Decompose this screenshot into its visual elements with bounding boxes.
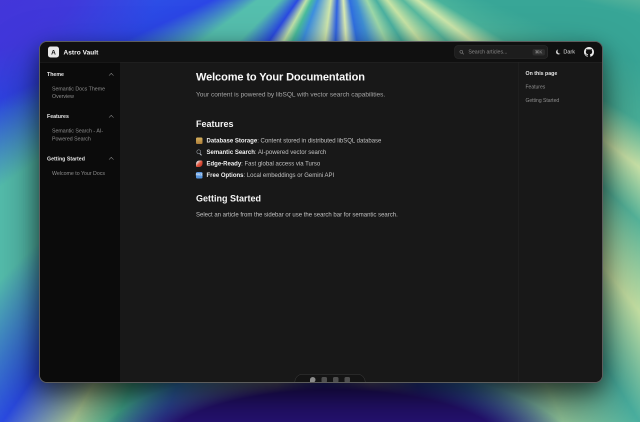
chevron-up-icon bbox=[109, 157, 114, 162]
github-link[interactable] bbox=[584, 47, 594, 57]
feature-text: Edge-Ready: Fast global access via Turso bbox=[207, 160, 321, 167]
moon-icon bbox=[556, 50, 561, 55]
toc-link-features[interactable]: Features bbox=[526, 85, 596, 91]
site-logo-icon: A bbox=[48, 47, 59, 58]
feature-text: Free Options: Local embeddings or Gemini… bbox=[207, 172, 335, 179]
article-intro: Your content is powered by libSQL with v… bbox=[196, 91, 506, 99]
search-shortcut-badge: ⌘K bbox=[532, 49, 545, 56]
dev-toolbar-audit-icon[interactable] bbox=[333, 377, 339, 383]
magnifier-icon bbox=[196, 149, 203, 156]
getting-started-text: Select an article from the sidebar or us… bbox=[196, 211, 506, 218]
feature-text: Semantic Search: AI-powered vector searc… bbox=[207, 149, 327, 156]
sidebar-section-getting-started: Getting Started Welcome to Your Docs bbox=[47, 156, 113, 178]
feature-desc: : Content stored in distributed libSQL d… bbox=[257, 137, 381, 144]
window-body: Theme Semantic Docs Theme Overview Featu… bbox=[40, 63, 602, 383]
desktop-wallpaper: A Astro Vault ⌘K Dark bbox=[0, 0, 640, 422]
sidebar-section-features: Features Semantic Search - AI-Powered Se… bbox=[47, 114, 113, 143]
toc: On this page Features Getting Started bbox=[518, 63, 602, 383]
features-list: Database Storage: Content stored in dist… bbox=[196, 137, 506, 179]
chevron-up-icon bbox=[109, 115, 114, 120]
search-box[interactable]: ⌘K bbox=[454, 46, 548, 59]
feature-item-database-storage: Database Storage: Content stored in dist… bbox=[196, 137, 506, 144]
sidebar-section-theme: Theme Semantic Docs Theme Overview bbox=[47, 72, 113, 101]
sidebar-section-label: Getting Started bbox=[47, 156, 85, 162]
sidebar-section-label: Theme bbox=[47, 72, 64, 78]
feature-term: Free Options bbox=[207, 172, 244, 179]
rocket-icon bbox=[196, 160, 203, 167]
github-icon bbox=[584, 47, 594, 57]
dev-toolbar-inspect-icon[interactable] bbox=[322, 377, 328, 383]
feature-item-semantic-search: Semantic Search: AI-powered vector searc… bbox=[196, 149, 506, 156]
feature-term: Database Storage bbox=[207, 137, 258, 144]
article-title: Welcome to Your Documentation bbox=[196, 71, 506, 84]
sidebar-section-features-toggle[interactable]: Features bbox=[47, 114, 113, 120]
dev-toolbar-astro-icon[interactable] bbox=[310, 377, 316, 383]
feature-item-free-options: Free Options: Local embeddings or Gemini… bbox=[196, 172, 506, 179]
sidebar: Theme Semantic Docs Theme Overview Featu… bbox=[40, 63, 120, 383]
toc-link-getting-started[interactable]: Getting Started bbox=[526, 98, 596, 104]
feature-text: Database Storage: Content stored in dist… bbox=[207, 137, 382, 144]
sidebar-section-theme-toggle[interactable]: Theme bbox=[47, 72, 113, 78]
toc-title: On this page bbox=[526, 71, 596, 77]
sidebar-section-getting-started-toggle[interactable]: Getting Started bbox=[47, 156, 113, 162]
feature-desc: : AI-powered vector search bbox=[255, 149, 326, 156]
feature-desc: : Fast global access via Turso bbox=[241, 160, 320, 167]
sidebar-item-welcome-to-your-docs[interactable]: Welcome to Your Docs bbox=[47, 170, 113, 178]
chevron-up-icon bbox=[109, 73, 114, 78]
features-heading: Features bbox=[196, 119, 506, 130]
search-input[interactable] bbox=[467, 49, 529, 56]
feature-item-edge-ready: Edge-Ready: Fast global access via Turso bbox=[196, 160, 506, 167]
sidebar-section-label: Features bbox=[47, 114, 69, 120]
sidebar-item-semantic-search[interactable]: Semantic Search - AI-Powered Search bbox=[47, 128, 113, 143]
site-brand[interactable]: A Astro Vault bbox=[48, 47, 98, 58]
feature-term: Edge-Ready bbox=[207, 160, 242, 167]
article: Welcome to Your Documentation Your conte… bbox=[120, 63, 518, 383]
dev-toolbar[interactable] bbox=[295, 374, 366, 383]
site-title: Astro Vault bbox=[64, 48, 99, 56]
feature-term: Semantic Search bbox=[207, 149, 255, 156]
theme-toggle-button[interactable]: Dark bbox=[556, 49, 575, 55]
theme-toggle-label: Dark bbox=[563, 49, 575, 55]
app-window: A Astro Vault ⌘K Dark bbox=[39, 41, 603, 383]
dev-toolbar-settings-icon[interactable] bbox=[345, 377, 351, 383]
sidebar-item-semantic-docs-theme-overview[interactable]: Semantic Docs Theme Overview bbox=[47, 86, 113, 101]
package-icon bbox=[196, 137, 203, 144]
search-icon bbox=[459, 49, 465, 55]
window-header: A Astro Vault ⌘K Dark bbox=[40, 42, 602, 63]
free-icon bbox=[196, 172, 203, 179]
feature-desc: : Local embeddings or Gemini API bbox=[244, 172, 335, 179]
getting-started-heading: Getting Started bbox=[196, 194, 506, 205]
